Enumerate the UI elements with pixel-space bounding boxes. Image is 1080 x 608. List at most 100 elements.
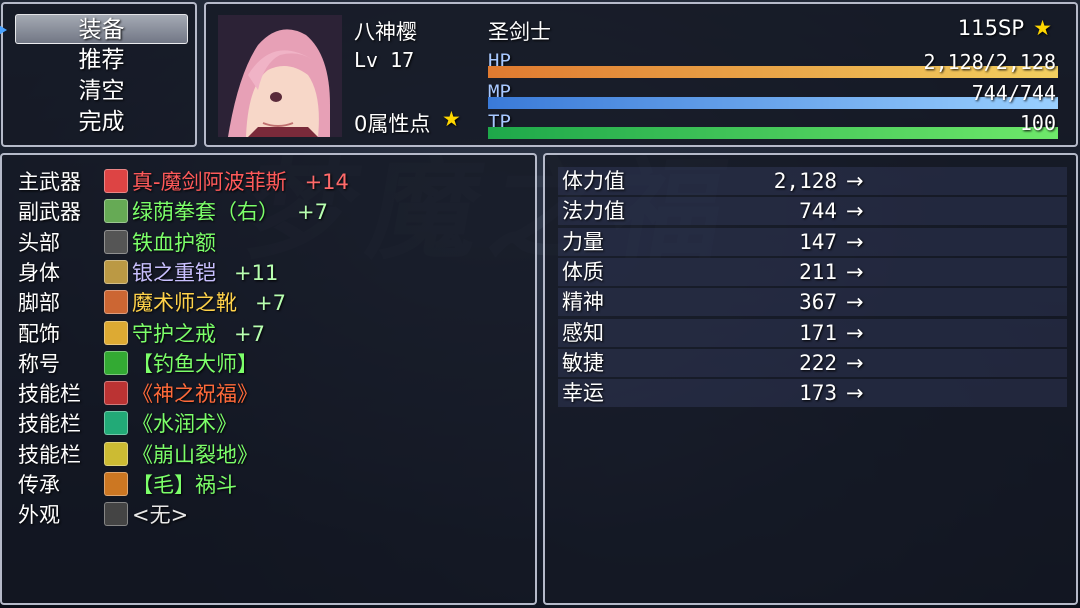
equipment-item-name: 铁血护额 [132,230,216,255]
parameter-name: 幸运 [562,381,604,406]
parameter-name: 敏捷 [562,350,604,375]
equipment-item-name: 银之重铠 [132,260,216,285]
tp-value: 100 [1019,111,1056,135]
equipment-window: 主武器 真-魔剑阿波菲斯 +14 副武器 绿荫拳套（右） +7 头部 铁血护额 身体 银之重铠 +1… [0,153,537,605]
menu-item-finish[interactable]: 完成 [15,107,188,137]
equipment-row[interactable]: 传承 【毛】祸斗 [18,470,237,500]
equipment-row[interactable]: 头部 铁血护额 [18,228,216,258]
parameter-value: 744 [799,199,837,224]
equipment-enhance-level: +7 [234,321,265,346]
equipment-enhance-level: +11 [234,260,279,285]
heritage-icon [104,472,128,496]
equipment-item-name: 真-魔剑阿波菲斯 [132,170,287,194]
equipment-slot-label: 脚部 [18,291,60,316]
headband-icon [104,229,128,254]
parameter-row: 力量 147 → [558,227,1067,256]
right-arrow-icon: → [846,290,864,315]
attribute-points: 0属性点 [354,112,431,136]
menu-item-clear[interactable]: 清空 [15,76,188,106]
parameter-value: 2,128 [773,169,837,193]
right-arrow-icon: → [846,320,864,345]
equipment-slot-label: 称号 [18,351,60,376]
command-window: 装备 推荐 清空 完成 [0,2,197,147]
menu-item-equip[interactable]: 装备 [15,14,188,44]
tp-gauge [488,127,1058,139]
equipment-item-name: 绿荫拳套（右） [132,200,279,225]
equipment-row[interactable]: 技能栏 《崩山裂地》 [18,440,258,470]
parameter-row: 感知 171 → [558,318,1067,347]
equipment-row[interactable]: 技能栏 《神之祝福》 [18,379,258,409]
equipment-row[interactable]: 配饰 守护之戒 +7 [18,319,265,349]
parameter-value: 147 [799,229,837,254]
parameter-name: 体质 [562,259,604,284]
cursor-arrow-icon [0,24,7,36]
equipment-item-name: 《水润术》 [132,412,237,437]
equipment-slot-label: 技能栏 [18,382,81,407]
parameter-row: 幸运 173 → [558,379,1067,408]
parameter-value: 211 [799,259,837,284]
equipment-item-name: 魔术师之靴 [132,291,237,316]
equipment-item-name: 《崩山裂地》 [132,442,258,467]
parameter-row: 精神 367 → [558,288,1067,317]
blessing-icon [104,381,128,406]
right-arrow-icon: → [846,169,864,193]
sp-stars-icon: ★ [1033,16,1052,40]
equipment-slot-label: 技能栏 [18,412,81,437]
right-arrow-icon: → [846,350,864,375]
armor-icon [104,259,128,284]
water-skill-icon [104,411,128,436]
equipment-item-name: 守护之戒 [132,321,216,346]
actor-sp: 115SP [957,16,1024,40]
tp-gauge-fill [488,127,1058,139]
equipment-slot-label: 副武器 [18,200,81,225]
sword-icon [104,169,128,193]
hp-value: 2,128/2,128 [923,50,1056,74]
equipment-row[interactable]: 外观 <无> [18,500,188,530]
right-arrow-icon: → [846,229,864,254]
menu-item-recommend[interactable]: 推荐 [15,45,188,75]
parameter-name: 体力值 [562,169,625,193]
equipment-row[interactable]: 技能栏 《水润术》 [18,409,237,439]
equipment-slot-label: 主武器 [18,170,81,194]
parameter-name: 精神 [562,290,604,315]
parameter-value: 173 [799,381,837,406]
parameter-row: 敏捷 222 → [558,348,1067,377]
equipment-enhance-level: +7 [297,200,328,225]
equipment-slot-label: 技能栏 [18,442,81,467]
parameter-row: 体力值 2,128 → [558,167,1067,195]
equipment-row[interactable]: 称号 【钓鱼大师】 [18,349,258,379]
equipment-enhance-level: +7 [255,291,286,316]
mp-value: 744/744 [971,81,1056,105]
parameters-window: 体力值 2,128 → 法力值 744 → 力量 147 → 体质 211 → 精神 367 → 感知 171 →… [543,153,1078,605]
equipment-item-name: <无> [132,503,189,528]
parameter-row: 法力值 744 → [558,197,1067,226]
equipment-row[interactable]: 主武器 真-魔剑阿波菲斯 +14 [18,167,349,197]
title-icon [104,350,128,375]
parameter-value: 171 [799,320,837,345]
equipment-slot-label: 外观 [18,503,60,528]
actor-level: Lv 17 [354,48,415,72]
equipment-slot-label: 传承 [18,473,60,497]
actor-name: 八神樱 [354,20,417,44]
ring-icon [104,320,128,345]
equipment-row[interactable]: 副武器 绿荫拳套（右） +7 [18,197,328,227]
boots-icon [104,290,128,315]
parameter-value: 222 [799,350,837,375]
parameter-name: 力量 [562,229,604,254]
equipment-slot-label: 配饰 [18,321,60,346]
equipment-item-name: 【钓鱼大师】 [132,351,258,376]
right-arrow-icon: → [846,381,864,406]
parameter-name: 感知 [562,320,604,345]
right-arrow-icon: → [846,259,864,284]
actor-class: 圣剑士 [488,20,551,44]
equipment-item-name: 《神之祝福》 [132,382,258,407]
equipment-item-name: 【毛】祸斗 [132,473,237,497]
actor-portrait [218,15,342,137]
right-arrow-icon: → [846,199,864,224]
equipment-row[interactable]: 脚部 魔术师之靴 +7 [18,288,286,318]
empty-slot-icon [104,502,128,527]
gauntlet-icon [104,199,128,224]
equipment-slot-label: 身体 [18,260,60,285]
earth-skill-icon [104,441,128,466]
equipment-row[interactable]: 身体 银之重铠 +11 [18,258,278,288]
